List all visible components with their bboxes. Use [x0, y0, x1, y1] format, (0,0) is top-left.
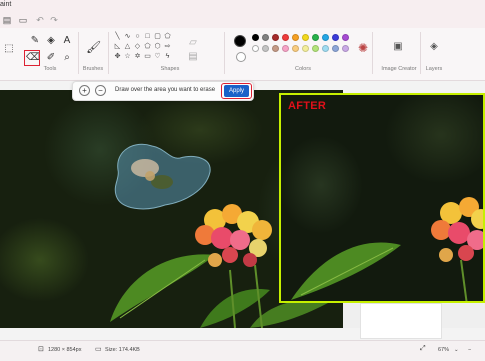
pentagon-shape-icon[interactable]: ⬠ — [143, 42, 152, 51]
erase-selection — [114, 143, 211, 210]
after-label: AFTER — [288, 100, 327, 112]
erase-instructions: Draw over the area you want to erase — [115, 87, 216, 93]
heart-shape-icon[interactable]: ♡ — [153, 52, 162, 61]
image-creator-icon[interactable]: ▣ — [391, 40, 405, 54]
layers-group-label: Layers — [425, 66, 443, 72]
secondary-color-swatch[interactable] — [236, 52, 246, 62]
photo-after — [291, 197, 483, 301]
shapes-group-label: Shapes — [160, 66, 180, 72]
triangle-shape-icon[interactable]: ◺ — [113, 42, 122, 51]
layers-icon[interactable]: ◈ — [427, 40, 441, 54]
open-file-icon[interactable]: ▭ — [17, 14, 29, 26]
color-swatch[interactable] — [322, 34, 329, 41]
chevron-down-icon[interactable]: ⌄ — [454, 347, 459, 353]
color-swatch[interactable] — [272, 45, 279, 52]
oval-shape-icon[interactable]: ○ — [133, 32, 142, 41]
rectangle-shape-icon[interactable]: □ — [143, 32, 152, 41]
color-swatch[interactable] — [292, 45, 299, 52]
shape-fill-icon[interactable]: ▤ — [186, 50, 200, 64]
color-swatch[interactable] — [312, 34, 319, 41]
after-image-panel — [279, 93, 485, 303]
color-swatch[interactable] — [312, 45, 319, 52]
dimensions-icon: ⊡ — [38, 346, 44, 353]
fill-icon[interactable]: ◈ — [44, 34, 58, 48]
colors-group-label: Colors — [295, 66, 311, 72]
color-swatch[interactable] — [332, 45, 339, 52]
divider — [108, 32, 109, 74]
eraser-highlight-box — [24, 50, 40, 66]
white-panel — [360, 303, 442, 339]
quick-access-toolbar: ▤ ▭ ↶ ↷ — [0, 12, 485, 28]
outline-icon[interactable]: ▱ — [186, 36, 200, 50]
remove-area-icon[interactable]: − — [95, 85, 106, 96]
star6-shape-icon[interactable]: ✡ — [133, 52, 142, 61]
color-swatch[interactable] — [342, 34, 349, 41]
color-swatch[interactable] — [292, 34, 299, 41]
selection-icon[interactable]: ⬚ — [2, 42, 16, 56]
color-palette — [252, 34, 352, 58]
diamond-shape-icon[interactable]: ◇ — [133, 42, 142, 51]
polygon-shape-icon[interactable]: ⬠ — [163, 32, 172, 41]
shapes-gallery: ╲ ∿ ○ □ ▢ ⬠ ◺ △ ◇ ⬠ ⬡ ⇨ ✥ ☆ ✡ ▭ ♡ ϟ — [113, 32, 183, 62]
callout-shape-icon[interactable]: ▭ — [143, 52, 152, 61]
color-swatch[interactable] — [332, 34, 339, 41]
ribbon: ⬚ ✎ ◈ A ⌫ ✐ ⌕ Tools 🖌 Brushes ╲ ∿ ○ □ ▢ … — [0, 28, 485, 81]
color-swatch[interactable] — [272, 34, 279, 41]
star-shape-icon[interactable]: ☆ — [123, 52, 132, 61]
color-swatch[interactable] — [322, 45, 329, 52]
status-bar: ⊡ 1280 × 854px ▭ Size: 174.4KB ⤢ 67% ⌄ − — [0, 340, 485, 361]
line-shape-icon[interactable]: ╲ — [113, 32, 122, 41]
four-arrow-shape-icon[interactable]: ✥ — [113, 52, 122, 61]
color-swatch[interactable] — [252, 34, 259, 41]
right-triangle-shape-icon[interactable]: △ — [123, 42, 132, 51]
rounded-rectangle-shape-icon[interactable]: ▢ — [153, 32, 162, 41]
apply-button[interactable]: Apply — [224, 85, 249, 97]
add-area-icon[interactable]: + — [79, 85, 90, 96]
file-size-icon: ▭ — [95, 346, 102, 353]
magnifier-icon[interactable]: ⌕ — [60, 51, 74, 65]
brushes-group-label: Brushes — [82, 66, 104, 72]
zoom-level[interactable]: 67% — [438, 347, 449, 353]
fit-to-window-icon[interactable]: ⤢ — [420, 345, 426, 353]
color-swatch[interactable] — [282, 34, 289, 41]
arrow-right-shape-icon[interactable]: ⇨ — [163, 42, 172, 51]
tools-group-label: Tools — [43, 66, 57, 72]
divider — [372, 32, 373, 74]
color-wheel-icon[interactable]: ✺ — [356, 41, 370, 55]
app-title: aint — [0, 1, 12, 8]
color-swatch[interactable] — [302, 34, 309, 41]
brush-icon[interactable]: 🖌 — [86, 40, 101, 54]
lightning-shape-icon[interactable]: ϟ — [163, 52, 172, 61]
curve-shape-icon[interactable]: ∿ — [123, 32, 132, 41]
color-swatch[interactable] — [262, 45, 269, 52]
pencil-icon[interactable]: ✎ — [28, 34, 42, 48]
title-bar: aint — [0, 0, 485, 12]
image-dimensions: 1280 × 854px — [48, 347, 82, 353]
color-picker-icon[interactable]: ✐ — [44, 51, 58, 65]
undo-icon[interactable]: ↶ — [34, 14, 46, 26]
image-creator-group-label: Image Creator — [381, 66, 417, 72]
file-size: Size: 174.4KB — [105, 347, 140, 353]
zoom-out-icon[interactable]: − — [468, 347, 471, 353]
divider — [78, 32, 79, 74]
primary-color-swatch[interactable] — [234, 35, 246, 47]
color-swatch[interactable] — [262, 34, 269, 41]
save-icon[interactable]: ▤ — [1, 14, 13, 26]
color-swatch[interactable] — [252, 45, 259, 52]
text-icon[interactable]: A — [60, 34, 74, 48]
hexagon-shape-icon[interactable]: ⬡ — [153, 42, 162, 51]
redo-icon[interactable]: ↷ — [48, 14, 60, 26]
color-swatch[interactable] — [302, 45, 309, 52]
divider — [224, 32, 225, 74]
color-swatch[interactable] — [342, 45, 349, 52]
color-swatch[interactable] — [282, 45, 289, 52]
